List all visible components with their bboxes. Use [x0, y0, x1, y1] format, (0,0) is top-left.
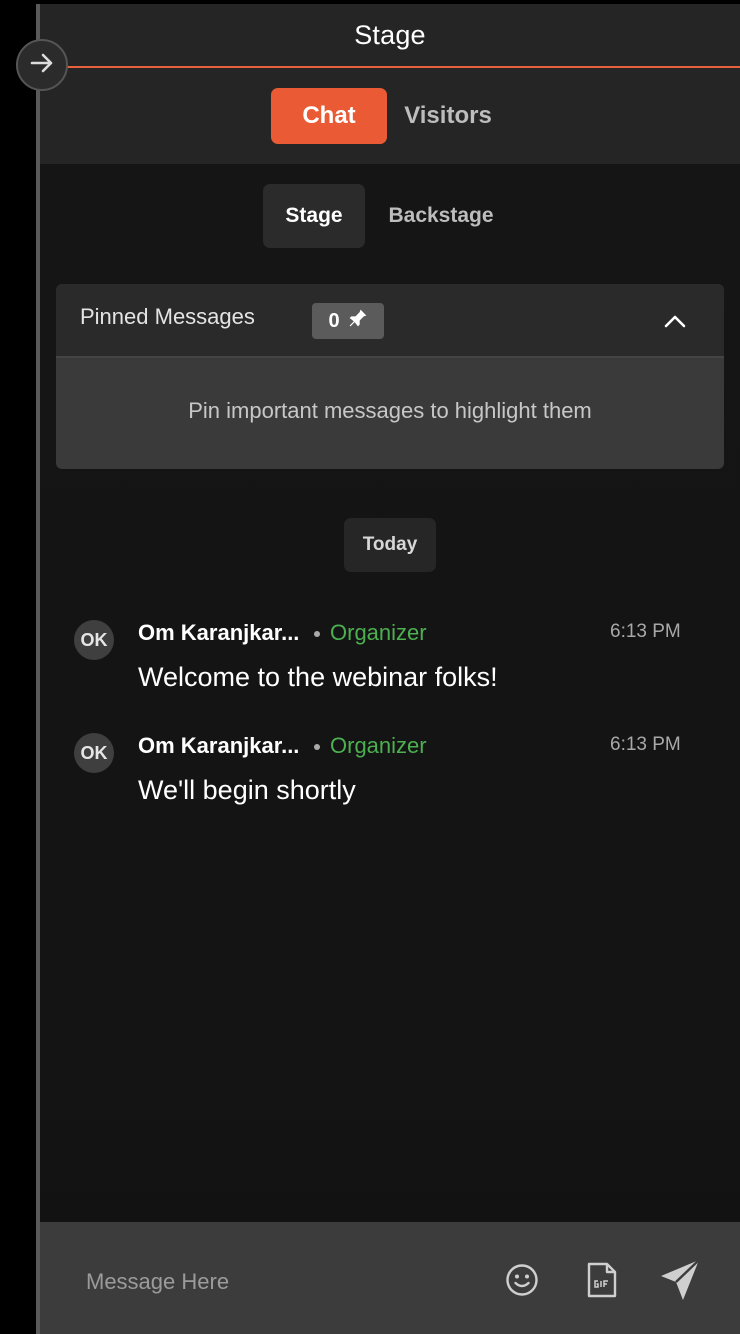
chat-message: OK Om Karanjkar... Organizer 6:13 PM We'… [74, 717, 694, 807]
message-time: 6:13 PM [610, 621, 681, 642]
pinned-messages-title: Pinned Messages [80, 304, 255, 329]
emoji-icon[interactable] [504, 1262, 540, 1298]
sender-name[interactable]: Om Karanjkar... [138, 620, 299, 646]
avatar[interactable]: OK [74, 733, 114, 773]
separator-dot [314, 631, 320, 637]
gif-icon[interactable] [584, 1262, 620, 1298]
pinned-count: 0 [328, 309, 340, 332]
chat-panel: Stage Chat Visitors Stage Backstage Pinn… [40, 4, 740, 1334]
send-icon[interactable] [656, 1259, 704, 1300]
subtab-stage[interactable]: Stage [263, 184, 365, 248]
chevron-up-icon[interactable] [660, 306, 690, 336]
message-input[interactable] [86, 1264, 466, 1300]
subtab-backstage[interactable]: Backstage [370, 184, 512, 248]
tab-chat[interactable]: Chat [271, 88, 387, 144]
panel-header: Stage Chat Visitors [40, 4, 740, 164]
message-composer [40, 1222, 740, 1334]
pinned-messages-panel: Pinned Messages 0 Pin important messages… [56, 284, 724, 469]
tab-visitors[interactable]: Visitors [390, 88, 506, 144]
header-accent-line [40, 66, 740, 68]
sender-role: Organizer [330, 620, 427, 645]
arrow-right-icon [28, 49, 56, 82]
sender-role: Organizer [330, 733, 427, 758]
message-text: We'll begin shortly [138, 775, 356, 805]
pinned-empty-text: Pin important messages to highlight them [188, 398, 592, 423]
left-edge [0, 0, 36, 1334]
avatar[interactable]: OK [74, 620, 114, 660]
date-separator: Today [344, 518, 436, 572]
pin-icon [348, 308, 368, 334]
sidebar-toggle-button[interactable] [16, 39, 68, 91]
chat-message: OK Om Karanjkar... Organizer 6:13 PM Wel… [74, 604, 694, 694]
message-text: Welcome to the webinar folks! [138, 662, 498, 692]
panel-title: Stage [354, 20, 426, 50]
separator-dot [314, 744, 320, 750]
pinned-messages-header[interactable]: Pinned Messages 0 [56, 284, 724, 358]
sender-name[interactable]: Om Karanjkar... [138, 733, 299, 759]
message-time: 6:13 PM [610, 734, 681, 755]
pinned-count-badge: 0 [312, 303, 384, 339]
